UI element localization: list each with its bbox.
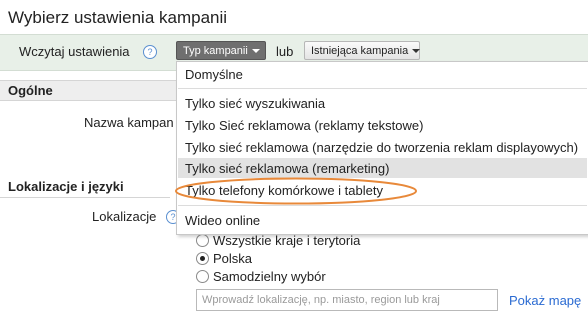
existing-campaign-label: Istniejąca kampania <box>311 45 409 57</box>
radio-option-poland[interactable]: Polska <box>196 251 252 266</box>
radio-label: Wszystkie kraje i terytoria <box>213 233 361 248</box>
load-settings-label: Wczytaj ustawienia <box>19 44 130 59</box>
show-map-link[interactable]: Pokaż mapę <box>509 293 581 308</box>
chevron-down-icon <box>412 49 421 54</box>
existing-campaign-button[interactable]: Istniejąca kampania <box>304 41 421 60</box>
dropdown-item-search-only[interactable]: Tylko sieć wyszukiwania <box>185 96 325 111</box>
section-heading-locations: Lokalizacje i języki <box>8 179 124 194</box>
campaign-type-label: Typ kampanii <box>183 45 248 57</box>
radio-option-custom[interactable]: Samodzielny wybór <box>196 269 326 284</box>
chevron-down-icon <box>251 49 260 54</box>
location-search-input[interactable] <box>196 289 498 311</box>
dropdown-separator <box>178 88 587 89</box>
dropdown-item-default[interactable]: Domyślne <box>185 67 243 82</box>
radio-label: Samodzielny wybór <box>213 269 326 284</box>
dropdown-item-display-builder[interactable]: Tylko sieć reklamowa (narzędzie do tworz… <box>185 140 578 155</box>
dropdown-item-display-text[interactable]: Tylko Sieć reklamowa (reklamy tekstowe) <box>185 118 423 133</box>
page-title: Wybierz ustawienia kampanii <box>8 8 228 27</box>
or-label: lub <box>276 44 294 59</box>
radio-option-all-countries[interactable]: Wszystkie kraje i terytoria <box>196 233 360 248</box>
annotation-ellipse <box>175 177 417 205</box>
locations-label: Lokalizacje <box>92 209 157 224</box>
radio-label: Polska <box>213 251 253 266</box>
dropdown-item-online-video[interactable]: Wideo online <box>185 213 260 228</box>
radio-button-selected[interactable] <box>196 252 209 265</box>
dropdown-item-remarketing[interactable]: Tylko sieć reklamowa (remarketing) <box>185 161 389 176</box>
radio-button[interactable] <box>196 234 209 247</box>
radio-button[interactable] <box>196 270 209 283</box>
campaign-type-dropdown: Domyślne Tylko sieć wyszukiwania Tylko S… <box>176 61 588 235</box>
campaign-type-button[interactable]: Typ kampanii <box>176 41 266 60</box>
highlight-oval-annotation <box>175 177 417 205</box>
help-icon[interactable]: ? <box>143 45 157 59</box>
section-heading-general: Ogólne <box>8 83 53 98</box>
campaign-name-label: Nazwa kampan <box>84 115 174 130</box>
divider <box>0 197 170 198</box>
